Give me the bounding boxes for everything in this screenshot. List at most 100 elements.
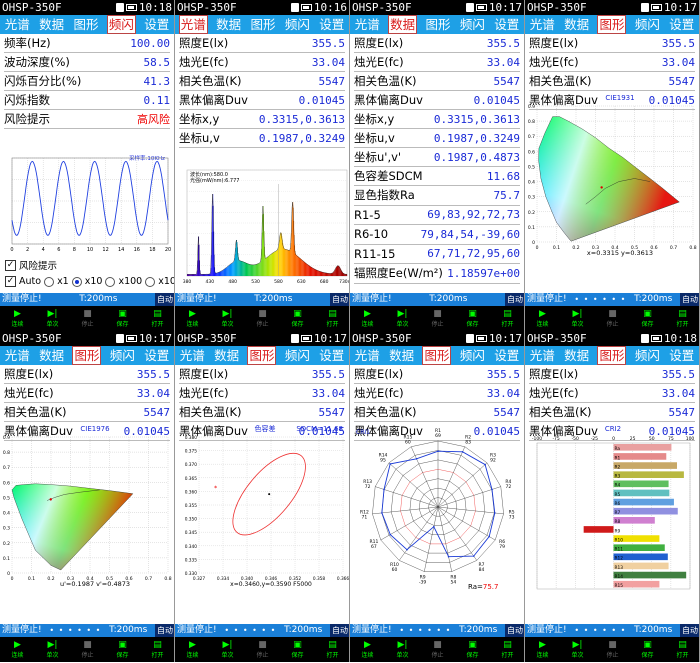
tab-graph[interactable]: 图形	[247, 346, 277, 365]
play-button[interactable]: ▶ 连续	[536, 309, 548, 328]
risk-checkbox-row[interactable]: ✓ 风险提示	[5, 258, 57, 272]
tab-spectrum[interactable]: 光谱	[179, 347, 206, 364]
save-button[interactable]: ▣ 保存	[291, 309, 303, 328]
open-button[interactable]: ▤ 打开	[151, 640, 163, 659]
auto-button[interactable]: 自动	[329, 293, 349, 306]
auto-checkbox[interactable]: ✓	[5, 276, 16, 287]
zoom-radio[interactable]	[71, 276, 82, 287]
tab-flicker[interactable]: 频闪	[459, 16, 486, 33]
tab-flicker[interactable]: 频闪	[634, 16, 661, 33]
auto-button[interactable]: 自动	[154, 624, 174, 637]
tab-settings[interactable]: 设置	[318, 16, 345, 33]
tab-data[interactable]: 数据	[563, 16, 590, 33]
stop-button[interactable]: ■ 停止	[606, 640, 618, 659]
save-button[interactable]: ▣ 保存	[116, 309, 128, 328]
open-button[interactable]: ▤ 打开	[676, 309, 688, 328]
save-button[interactable]: ▣ 保存	[641, 309, 653, 328]
tab-data[interactable]: 数据	[388, 15, 418, 34]
zoom-radio[interactable]	[105, 276, 116, 287]
play-button[interactable]: ▶ 连续	[11, 309, 23, 328]
tab-data[interactable]: 数据	[388, 347, 415, 364]
play-button[interactable]: ▶ 连续	[186, 309, 198, 328]
open-button[interactable]: ▤ 打开	[676, 640, 688, 659]
step-button[interactable]: ▶| 单次	[396, 309, 408, 328]
tab-flicker[interactable]: 频闪	[459, 347, 486, 364]
tab-data[interactable]: 数据	[563, 347, 590, 364]
stop-button[interactable]: ■ 停止	[81, 640, 93, 659]
step-button[interactable]: ▶| 单次	[46, 640, 58, 659]
tab-settings[interactable]: 设置	[493, 347, 520, 364]
auto-button[interactable]: 自动	[679, 624, 699, 637]
tab-graph[interactable]: 图形	[597, 346, 627, 365]
tab-spectrum[interactable]: 光谱	[4, 347, 31, 364]
tab-flicker[interactable]: 频闪	[109, 347, 136, 364]
tab-graph[interactable]: 图形	[72, 16, 99, 33]
step-button[interactable]: ▶| 单次	[571, 309, 583, 328]
save-button[interactable]: ▣ 保存	[466, 640, 478, 659]
play-button[interactable]: ▶ 连续	[11, 640, 23, 659]
step-button[interactable]: ▶| 单次	[221, 640, 233, 659]
step-button[interactable]: ▶| 单次	[571, 640, 583, 659]
checkbox[interactable]: ✓	[5, 259, 16, 271]
tab-spectrum[interactable]: 光谱	[178, 15, 208, 34]
tab-settings[interactable]: 设置	[143, 347, 170, 364]
step-button[interactable]: ▶| 单次	[46, 309, 58, 328]
measurement-label: 照度E(lx)	[4, 367, 54, 381]
tab-settings[interactable]: 设置	[493, 16, 520, 33]
tab-graph[interactable]: 图形	[424, 16, 451, 33]
tab-graph[interactable]: 图形	[72, 346, 102, 365]
tab-graph[interactable]: 图形	[422, 346, 452, 365]
tab-data[interactable]: 数据	[38, 16, 65, 33]
stop-button[interactable]: ■ 停止	[256, 640, 268, 659]
zoom-radio[interactable]	[145, 276, 156, 287]
stop-button[interactable]: ■ 停止	[431, 309, 443, 328]
open-button[interactable]: ▤ 打开	[326, 309, 338, 328]
tab-spectrum[interactable]: 光谱	[529, 347, 556, 364]
stop-button[interactable]: ■ 停止	[256, 309, 268, 328]
tab-settings[interactable]: 设置	[668, 347, 695, 364]
title-bar: OHSP-350F 10:17	[350, 331, 524, 346]
save-button[interactable]: ▣ 保存	[116, 640, 128, 659]
step-button[interactable]: ▶| 单次	[221, 309, 233, 328]
open-button[interactable]: ▤ 打开	[151, 309, 163, 328]
measurement-row: 相关色温(K) 5547	[529, 403, 695, 422]
play-button[interactable]: ▶ 连续	[361, 640, 373, 659]
zoom-radio[interactable]	[44, 276, 55, 287]
stop-button[interactable]: ■ 停止	[431, 640, 443, 659]
tab-settings[interactable]: 设置	[318, 347, 345, 364]
play-button[interactable]: ▶ 连续	[186, 640, 198, 659]
stop-button[interactable]: ■ 停止	[81, 309, 93, 328]
play-button[interactable]: ▶ 连续	[361, 309, 373, 328]
tab-data[interactable]: 数据	[38, 347, 65, 364]
tab-spectrum[interactable]: 光谱	[354, 347, 381, 364]
tab-graph[interactable]: 图形	[597, 15, 627, 34]
toolbar-label: 保存	[116, 321, 129, 328]
tab-settings[interactable]: 设置	[668, 16, 695, 33]
tab-spectrum[interactable]: 光谱	[4, 16, 31, 33]
tab-spectrum[interactable]: 光谱	[529, 16, 556, 33]
tab-data[interactable]: 数据	[213, 347, 240, 364]
play-button[interactable]: ▶ 连续	[536, 640, 548, 659]
auto-button[interactable]: 自动	[504, 624, 524, 637]
tab-graph[interactable]: 图形	[249, 16, 276, 33]
stop-icon: ■	[83, 309, 92, 319]
tab-flicker[interactable]: 频闪	[634, 347, 661, 364]
step-button[interactable]: ▶| 单次	[396, 640, 408, 659]
tab-data[interactable]: 数据	[215, 16, 242, 33]
save-button[interactable]: ▣ 保存	[641, 640, 653, 659]
tab-flicker[interactable]: 频闪	[284, 16, 311, 33]
open-button[interactable]: ▤ 打开	[501, 309, 513, 328]
auto-button[interactable]: 自动	[504, 293, 524, 306]
auto-button[interactable]: 自动	[329, 624, 349, 637]
tab-spectrum[interactable]: 光谱	[354, 16, 381, 33]
tab-settings[interactable]: 设置	[143, 16, 170, 33]
auto-button[interactable]: 自动	[154, 293, 174, 306]
tab-flicker[interactable]: 频闪	[106, 15, 136, 34]
save-button[interactable]: ▣ 保存	[291, 640, 303, 659]
open-button[interactable]: ▤ 打开	[326, 640, 338, 659]
save-button[interactable]: ▣ 保存	[466, 309, 478, 328]
stop-button[interactable]: ■ 停止	[606, 309, 618, 328]
tab-flicker[interactable]: 频闪	[284, 347, 311, 364]
open-button[interactable]: ▤ 打开	[501, 640, 513, 659]
auto-button[interactable]: 自动	[679, 293, 699, 306]
